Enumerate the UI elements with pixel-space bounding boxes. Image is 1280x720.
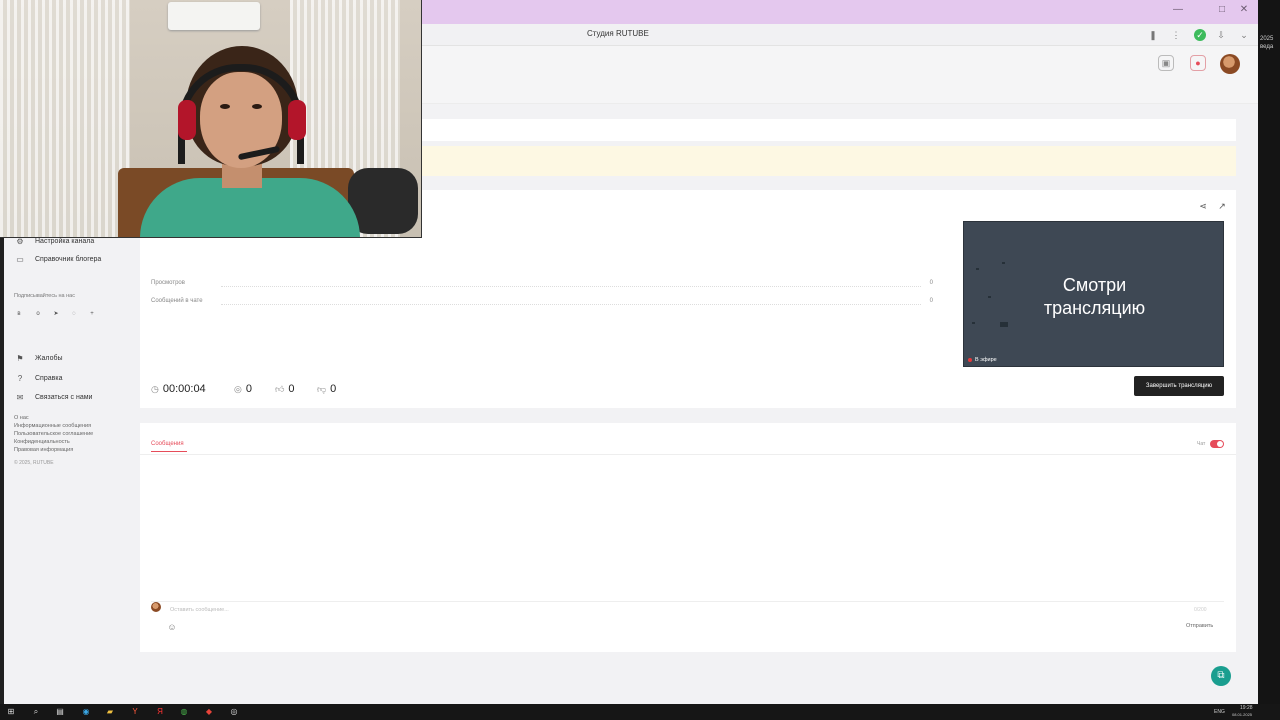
sidebar-item-label: Справка bbox=[35, 374, 63, 382]
yandex-icon[interactable]: Я bbox=[155, 707, 165, 717]
notifications-icon[interactable]: ● bbox=[1190, 55, 1206, 71]
stat-label: Просмотров bbox=[151, 280, 185, 286]
footer-link[interactable]: О нас bbox=[14, 415, 29, 421]
menu-dots-icon[interactable]: ⋮ bbox=[1170, 29, 1182, 41]
book-icon: ▭ bbox=[16, 254, 24, 264]
obs-icon[interactable]: ◎ bbox=[229, 707, 239, 717]
ok-icon[interactable]: о bbox=[33, 309, 43, 319]
chat-panel: Сообщения Чат 0/200 ☺ Отправить bbox=[140, 423, 1236, 652]
chevron-down-icon[interactable]: ⌄ bbox=[1238, 29, 1250, 41]
sidebar-item-help[interactable]: ? Справка bbox=[14, 371, 63, 385]
search-icon[interactable]: ⌕ bbox=[31, 707, 41, 717]
stat-value: 0 bbox=[929, 298, 933, 304]
live-badge: В эфире bbox=[968, 357, 997, 363]
sidebar-item-label: Справочник блогера bbox=[35, 255, 102, 263]
yandex-browser-icon[interactable]: Y bbox=[130, 707, 140, 717]
minimize-button[interactable]: — bbox=[1170, 4, 1186, 15]
stat-chat-messages: Сообщений в чате 0 bbox=[151, 298, 933, 308]
help-icon: ? bbox=[17, 373, 23, 383]
dislikes-value: 0 bbox=[330, 383, 337, 395]
close-button[interactable]: ✕ bbox=[1236, 4, 1252, 15]
sidebar-item-blogger-guide[interactable]: ▭ Справочник блогера bbox=[14, 252, 101, 266]
extension-check-icon[interactable]: ✓ bbox=[1194, 29, 1206, 41]
desktop-text: 2025 bbox=[1260, 36, 1274, 42]
copyright: © 2025, RUTUBE bbox=[14, 460, 54, 466]
char-counter: 0/200 bbox=[1194, 607, 1207, 613]
message-input[interactable] bbox=[170, 605, 1070, 615]
page-title: Студия RUTUBE bbox=[587, 29, 649, 38]
clock-time[interactable]: 19:28 bbox=[1240, 705, 1253, 711]
folder-icon[interactable]: ▰ bbox=[105, 707, 115, 717]
follow-us-label: Подписывайтесь на нас bbox=[14, 293, 75, 299]
sidebar-item-label: Настройка канала bbox=[35, 237, 95, 245]
sidebar-item-label: Связаться с нами bbox=[35, 393, 93, 401]
vk-icon[interactable]: в bbox=[14, 309, 24, 319]
chrome-icon[interactable]: ◍ bbox=[179, 707, 189, 717]
preview-caption: Смотри трансляцию bbox=[1043, 275, 1146, 318]
task-view-icon[interactable]: ▤ bbox=[55, 707, 65, 717]
footer-link[interactable]: Правовая информация bbox=[14, 447, 73, 453]
clock-icon: ◷ bbox=[151, 383, 159, 394]
edge-icon[interactable]: ◉ bbox=[81, 707, 91, 717]
desktop-text: ведa bbox=[1260, 44, 1274, 50]
viber-icon[interactable]: ◌ bbox=[69, 309, 79, 319]
duration-value: 00:00:04 bbox=[162, 383, 206, 395]
external-link-icon[interactable]: ↗ bbox=[1217, 201, 1227, 211]
metric-duration: ◷ 00:00:04 bbox=[151, 382, 206, 396]
air-conditioner bbox=[168, 2, 260, 30]
app-icon[interactable]: ◆ bbox=[204, 707, 214, 717]
avatar bbox=[151, 602, 161, 612]
maximize-button[interactable]: □ bbox=[1214, 4, 1230, 15]
stat-label: Сообщений в чате bbox=[151, 298, 203, 304]
tab-messages[interactable]: Сообщения bbox=[151, 441, 184, 447]
live-dot-icon bbox=[968, 358, 972, 362]
divider bbox=[140, 454, 1236, 455]
clock-date[interactable]: 08.01.2025 bbox=[1232, 712, 1252, 717]
thumbs-down-icon: 👎︎ bbox=[317, 383, 327, 394]
chat-toggle-label: Чат bbox=[1197, 441, 1206, 447]
start-icon[interactable]: ⊞ bbox=[6, 707, 16, 717]
eye-icon: ◎ bbox=[234, 383, 242, 394]
sidebar-item-label: Жалобы bbox=[35, 354, 63, 362]
footer-link[interactable]: Пользовательское соглашение bbox=[14, 431, 93, 437]
stat-value: 0 bbox=[929, 280, 933, 286]
flag-icon: ⚑ bbox=[16, 353, 24, 363]
likes-value: 0 bbox=[288, 383, 295, 395]
end-stream-button[interactable]: Завершить трансляцию bbox=[1134, 376, 1224, 396]
metric-dislikes: 👎︎ 0 bbox=[317, 382, 336, 396]
metric-viewers: ◎ 0 bbox=[234, 382, 252, 396]
telegram-icon[interactable]: ➤ bbox=[51, 309, 61, 319]
footer-link[interactable]: Информационные сообщения bbox=[14, 423, 91, 429]
chat-toggle[interactable] bbox=[1210, 440, 1224, 448]
desktop-background-right: 2025 ведa bbox=[1258, 0, 1280, 704]
sidebar-item-contact[interactable]: ✉ Связаться с нами bbox=[14, 390, 93, 404]
emoji-icon[interactable]: ☺ bbox=[167, 622, 177, 632]
footer-link[interactable]: Конфиденциальность bbox=[14, 439, 70, 445]
keyboard-language[interactable]: ENG bbox=[1214, 709, 1225, 715]
divider bbox=[151, 601, 1224, 602]
thumbs-up-icon: 👍︎ bbox=[275, 383, 285, 394]
upload-icon[interactable]: ▣ bbox=[1158, 55, 1174, 71]
send-button[interactable]: Отправить bbox=[1186, 623, 1213, 629]
share-icon[interactable]: ⋖ bbox=[1198, 201, 1208, 211]
taskbar: ⊞ ⌕ ▤ ◉ ▰ Y Я ◍ ◆ ◎ ENG 19:28 08.01.2025 bbox=[0, 704, 1280, 720]
webcam-overlay bbox=[0, 0, 422, 238]
mail-icon: ✉ bbox=[16, 392, 24, 402]
metric-likes: 👍︎ 0 bbox=[275, 382, 295, 396]
sidebar-item-complaints[interactable]: ⚑ Жалобы bbox=[14, 351, 63, 365]
viewers-value: 0 bbox=[245, 383, 252, 395]
avatar[interactable] bbox=[1220, 54, 1240, 74]
plus-icon[interactable]: + bbox=[87, 309, 97, 319]
bookmark-icon[interactable]: ❚ bbox=[1147, 29, 1159, 41]
stat-views: Просмотров 0 bbox=[151, 280, 933, 290]
tab-underline bbox=[151, 451, 187, 452]
support-chat-button[interactable]: ⧉ bbox=[1211, 666, 1231, 686]
downloads-icon[interactable]: ⇩ bbox=[1215, 29, 1227, 41]
stream-preview[interactable]: Смотри трансляцию В эфире bbox=[963, 221, 1224, 367]
